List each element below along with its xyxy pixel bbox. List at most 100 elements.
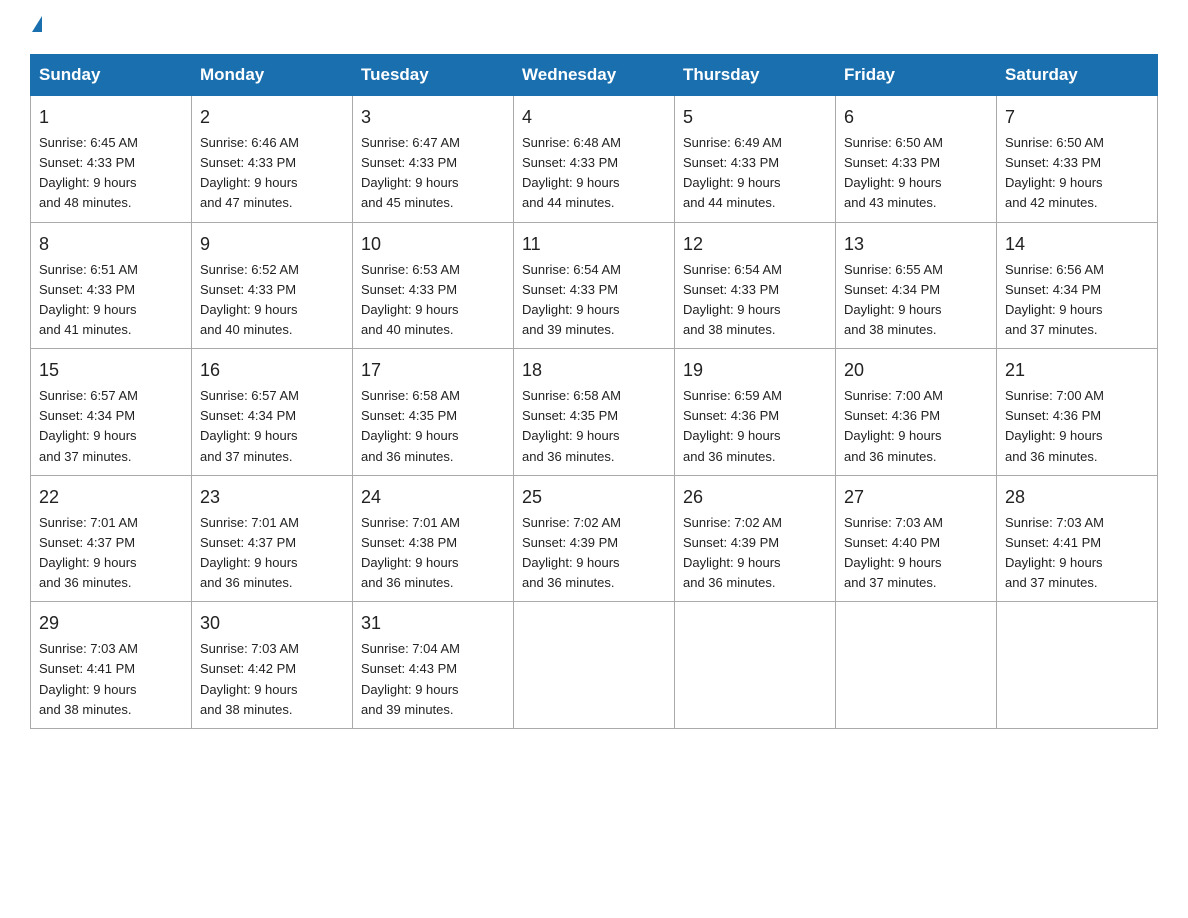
day-number: 10 (361, 231, 505, 258)
weekday-header-friday: Friday (836, 55, 997, 96)
calendar-cell: 18Sunrise: 6:58 AMSunset: 4:35 PMDayligh… (514, 349, 675, 476)
calendar-cell: 2Sunrise: 6:46 AMSunset: 4:33 PMDaylight… (192, 96, 353, 223)
calendar-week-row: 22Sunrise: 7:01 AMSunset: 4:37 PMDayligh… (31, 475, 1158, 602)
day-number: 24 (361, 484, 505, 511)
weekday-header-tuesday: Tuesday (353, 55, 514, 96)
day-info: Sunrise: 7:03 AMSunset: 4:41 PMDaylight:… (1005, 513, 1149, 594)
calendar-cell: 26Sunrise: 7:02 AMSunset: 4:39 PMDayligh… (675, 475, 836, 602)
day-info: Sunrise: 7:03 AMSunset: 4:41 PMDaylight:… (39, 639, 183, 720)
day-number: 6 (844, 104, 988, 131)
day-info: Sunrise: 6:53 AMSunset: 4:33 PMDaylight:… (361, 260, 505, 341)
day-number: 12 (683, 231, 827, 258)
calendar-cell: 29Sunrise: 7:03 AMSunset: 4:41 PMDayligh… (31, 602, 192, 729)
calendar-cell: 21Sunrise: 7:00 AMSunset: 4:36 PMDayligh… (997, 349, 1158, 476)
logo (30, 20, 42, 36)
calendar-cell: 24Sunrise: 7:01 AMSunset: 4:38 PMDayligh… (353, 475, 514, 602)
calendar-week-row: 8Sunrise: 6:51 AMSunset: 4:33 PMDaylight… (31, 222, 1158, 349)
calendar-cell: 11Sunrise: 6:54 AMSunset: 4:33 PMDayligh… (514, 222, 675, 349)
calendar-table: SundayMondayTuesdayWednesdayThursdayFrid… (30, 54, 1158, 729)
day-info: Sunrise: 6:50 AMSunset: 4:33 PMDaylight:… (1005, 133, 1149, 214)
day-number: 4 (522, 104, 666, 131)
calendar-cell: 7Sunrise: 6:50 AMSunset: 4:33 PMDaylight… (997, 96, 1158, 223)
calendar-cell: 31Sunrise: 7:04 AMSunset: 4:43 PMDayligh… (353, 602, 514, 729)
calendar-cell: 16Sunrise: 6:57 AMSunset: 4:34 PMDayligh… (192, 349, 353, 476)
day-number: 15 (39, 357, 183, 384)
day-number: 11 (522, 231, 666, 258)
day-number: 8 (39, 231, 183, 258)
calendar-cell: 15Sunrise: 6:57 AMSunset: 4:34 PMDayligh… (31, 349, 192, 476)
day-number: 21 (1005, 357, 1149, 384)
calendar-cell: 5Sunrise: 6:49 AMSunset: 4:33 PMDaylight… (675, 96, 836, 223)
calendar-cell: 4Sunrise: 6:48 AMSunset: 4:33 PMDaylight… (514, 96, 675, 223)
day-info: Sunrise: 6:58 AMSunset: 4:35 PMDaylight:… (522, 386, 666, 467)
day-info: Sunrise: 6:54 AMSunset: 4:33 PMDaylight:… (522, 260, 666, 341)
calendar-cell: 27Sunrise: 7:03 AMSunset: 4:40 PMDayligh… (836, 475, 997, 602)
calendar-cell: 17Sunrise: 6:58 AMSunset: 4:35 PMDayligh… (353, 349, 514, 476)
calendar-cell: 9Sunrise: 6:52 AMSunset: 4:33 PMDaylight… (192, 222, 353, 349)
day-info: Sunrise: 6:50 AMSunset: 4:33 PMDaylight:… (844, 133, 988, 214)
day-number: 5 (683, 104, 827, 131)
logo-triangle-icon (32, 16, 42, 32)
calendar-cell: 22Sunrise: 7:01 AMSunset: 4:37 PMDayligh… (31, 475, 192, 602)
calendar-cell: 10Sunrise: 6:53 AMSunset: 4:33 PMDayligh… (353, 222, 514, 349)
day-info: Sunrise: 6:56 AMSunset: 4:34 PMDaylight:… (1005, 260, 1149, 341)
day-number: 7 (1005, 104, 1149, 131)
day-number: 29 (39, 610, 183, 637)
day-number: 17 (361, 357, 505, 384)
day-info: Sunrise: 7:02 AMSunset: 4:39 PMDaylight:… (683, 513, 827, 594)
day-info: Sunrise: 7:04 AMSunset: 4:43 PMDaylight:… (361, 639, 505, 720)
day-info: Sunrise: 6:55 AMSunset: 4:34 PMDaylight:… (844, 260, 988, 341)
calendar-cell (836, 602, 997, 729)
day-number: 2 (200, 104, 344, 131)
calendar-week-row: 29Sunrise: 7:03 AMSunset: 4:41 PMDayligh… (31, 602, 1158, 729)
weekday-header-wednesday: Wednesday (514, 55, 675, 96)
day-number: 16 (200, 357, 344, 384)
calendar-header: SundayMondayTuesdayWednesdayThursdayFrid… (31, 55, 1158, 96)
day-info: Sunrise: 7:00 AMSunset: 4:36 PMDaylight:… (1005, 386, 1149, 467)
weekday-header-monday: Monday (192, 55, 353, 96)
calendar-cell: 19Sunrise: 6:59 AMSunset: 4:36 PMDayligh… (675, 349, 836, 476)
day-number: 25 (522, 484, 666, 511)
day-number: 14 (1005, 231, 1149, 258)
day-number: 23 (200, 484, 344, 511)
day-number: 19 (683, 357, 827, 384)
calendar-cell (997, 602, 1158, 729)
day-info: Sunrise: 6:48 AMSunset: 4:33 PMDaylight:… (522, 133, 666, 214)
calendar-body: 1Sunrise: 6:45 AMSunset: 4:33 PMDaylight… (31, 96, 1158, 729)
weekday-header-thursday: Thursday (675, 55, 836, 96)
day-number: 22 (39, 484, 183, 511)
day-info: Sunrise: 6:57 AMSunset: 4:34 PMDaylight:… (200, 386, 344, 467)
calendar-cell: 28Sunrise: 7:03 AMSunset: 4:41 PMDayligh… (997, 475, 1158, 602)
day-number: 18 (522, 357, 666, 384)
day-info: Sunrise: 7:01 AMSunset: 4:38 PMDaylight:… (361, 513, 505, 594)
day-info: Sunrise: 7:01 AMSunset: 4:37 PMDaylight:… (39, 513, 183, 594)
day-number: 20 (844, 357, 988, 384)
day-info: Sunrise: 6:49 AMSunset: 4:33 PMDaylight:… (683, 133, 827, 214)
day-info: Sunrise: 7:02 AMSunset: 4:39 PMDaylight:… (522, 513, 666, 594)
calendar-cell: 6Sunrise: 6:50 AMSunset: 4:33 PMDaylight… (836, 96, 997, 223)
page-header (30, 20, 1158, 36)
calendar-cell: 14Sunrise: 6:56 AMSunset: 4:34 PMDayligh… (997, 222, 1158, 349)
day-info: Sunrise: 6:57 AMSunset: 4:34 PMDaylight:… (39, 386, 183, 467)
day-info: Sunrise: 6:51 AMSunset: 4:33 PMDaylight:… (39, 260, 183, 341)
calendar-cell: 1Sunrise: 6:45 AMSunset: 4:33 PMDaylight… (31, 96, 192, 223)
calendar-cell: 20Sunrise: 7:00 AMSunset: 4:36 PMDayligh… (836, 349, 997, 476)
day-info: Sunrise: 6:59 AMSunset: 4:36 PMDaylight:… (683, 386, 827, 467)
calendar-cell (675, 602, 836, 729)
day-number: 3 (361, 104, 505, 131)
weekday-header-saturday: Saturday (997, 55, 1158, 96)
calendar-week-row: 1Sunrise: 6:45 AMSunset: 4:33 PMDaylight… (31, 96, 1158, 223)
day-info: Sunrise: 6:54 AMSunset: 4:33 PMDaylight:… (683, 260, 827, 341)
calendar-cell (514, 602, 675, 729)
day-number: 31 (361, 610, 505, 637)
day-info: Sunrise: 7:03 AMSunset: 4:42 PMDaylight:… (200, 639, 344, 720)
calendar-cell: 13Sunrise: 6:55 AMSunset: 4:34 PMDayligh… (836, 222, 997, 349)
calendar-cell: 23Sunrise: 7:01 AMSunset: 4:37 PMDayligh… (192, 475, 353, 602)
day-number: 30 (200, 610, 344, 637)
day-info: Sunrise: 6:52 AMSunset: 4:33 PMDaylight:… (200, 260, 344, 341)
day-info: Sunrise: 7:01 AMSunset: 4:37 PMDaylight:… (200, 513, 344, 594)
day-info: Sunrise: 6:46 AMSunset: 4:33 PMDaylight:… (200, 133, 344, 214)
calendar-cell: 25Sunrise: 7:02 AMSunset: 4:39 PMDayligh… (514, 475, 675, 602)
day-number: 26 (683, 484, 827, 511)
day-info: Sunrise: 6:45 AMSunset: 4:33 PMDaylight:… (39, 133, 183, 214)
